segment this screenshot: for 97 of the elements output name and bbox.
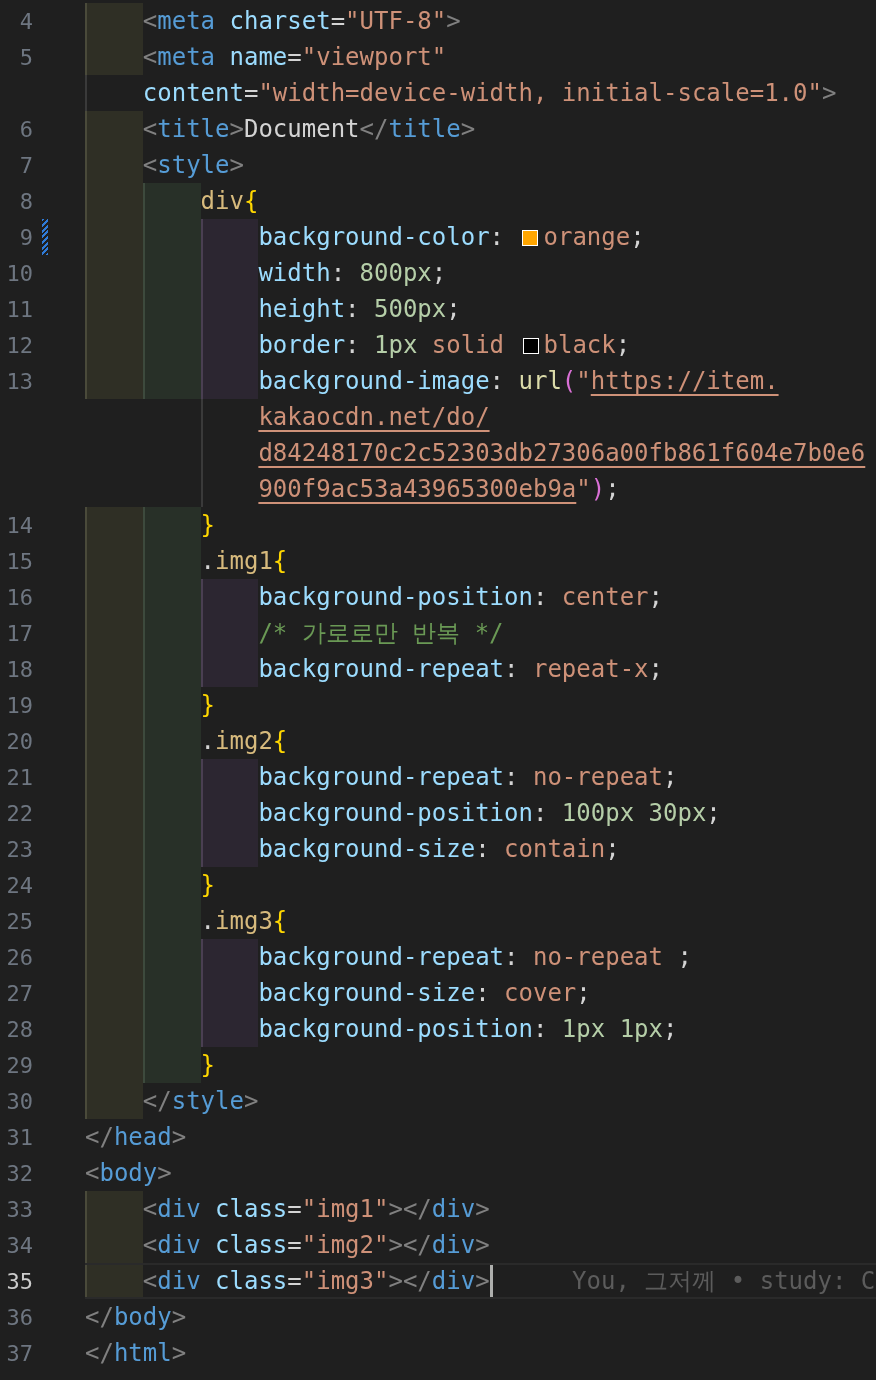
line-number: 10: [6, 260, 33, 286]
line-number: 8: [19, 188, 33, 214]
code-line: width: 800px;: [258, 259, 447, 287]
code-line: <body>: [85, 1159, 172, 1187]
code-line: <div class="img1"></div>: [142, 1195, 490, 1223]
line-number: 26: [6, 944, 33, 970]
indent-guide: [85, 111, 143, 147]
line-number: 34: [6, 1232, 33, 1258]
line-number: 13: [6, 368, 33, 394]
line-number: 16: [6, 584, 33, 610]
code-line: <style>: [142, 151, 244, 179]
code-line: div{: [200, 187, 259, 215]
code-line: background-position: 100px 30px;: [258, 799, 721, 827]
line-number: 23: [6, 836, 33, 862]
line-number: 4: [19, 8, 33, 34]
indent-guide: [85, 1191, 143, 1227]
line-number: 36: [6, 1304, 33, 1330]
blame-annotation: You, 그저께 • study: C: [572, 1266, 876, 1297]
code-line: background-color: orange;: [258, 223, 645, 251]
color-swatch[interactable]: [522, 230, 539, 246]
code-line: }: [200, 511, 216, 539]
code-line: /* 가로로만 반복 */: [258, 618, 504, 649]
code-line: <div class="img2"></div>: [142, 1231, 490, 1259]
indent-guide: [200, 651, 259, 687]
line-number: 17: [6, 620, 33, 646]
code-line: background-repeat: no-repeat ;: [258, 943, 692, 971]
indent-guide: [200, 759, 259, 795]
code-line: background-size: contain;: [258, 835, 620, 863]
code-line: </style>: [142, 1087, 259, 1115]
line-number: 22: [6, 800, 33, 826]
code-line: background-repeat: no-repeat;: [258, 763, 678, 791]
line-number: 29: [6, 1052, 33, 1078]
code-line: <meta charset="UTF-8">: [142, 7, 461, 35]
indent-guide: [200, 1011, 259, 1047]
line-number: 12: [6, 332, 33, 358]
line-number: 6: [19, 116, 33, 142]
indent-guide: [200, 579, 259, 615]
code-line: content="width=device-width, initial-scale=1.0">: [142, 79, 837, 107]
line-number: 37: [6, 1340, 33, 1366]
code-line: </body>: [85, 1303, 187, 1331]
indent-guide: [142, 507, 201, 543]
indent-guide: [85, 363, 143, 399]
line-number: 32: [6, 1160, 33, 1186]
code-line: background-position: 1px 1px;: [258, 1015, 678, 1043]
indent-guide: [85, 507, 143, 543]
line-number: 35: [6, 1268, 33, 1294]
color-swatch[interactable]: [522, 338, 539, 354]
code-line: background-size: cover;: [258, 979, 591, 1007]
indent-guide: [200, 219, 259, 255]
code-line: background-position: center;: [258, 583, 663, 611]
code-line: background-image: url("https://item.: [258, 367, 779, 395]
indent-guide: [142, 1047, 201, 1083]
line-number: 24: [6, 872, 33, 898]
line-number: 19: [6, 692, 33, 718]
line-number: 20: [6, 728, 33, 754]
line-number: 7: [19, 152, 33, 178]
code-line: border: 1px solid black;: [258, 331, 631, 359]
text-cursor: [489, 1265, 493, 1297]
url-link[interactable]: 900f9ac53a43965300eb9a: [258, 475, 577, 503]
code-line: 900f9ac53a43965300eb9a");: [258, 475, 620, 503]
code-line: height: 500px;: [258, 295, 461, 323]
line-number: 21: [6, 764, 33, 790]
code-line: </html>: [85, 1339, 187, 1367]
line-number: 33: [6, 1196, 33, 1222]
code-line: .img1{: [200, 547, 288, 575]
code-line: }: [200, 691, 216, 719]
code-line: </head>: [85, 1123, 187, 1151]
line-number: 18: [6, 656, 33, 682]
line-number: 5: [19, 44, 33, 70]
indent-guide: [142, 183, 201, 219]
indent-guide: [200, 363, 259, 399]
indent-guide: [85, 3, 143, 39]
code-line: background-repeat: repeat-x;: [258, 655, 663, 683]
code-line: <title>Document</title>: [142, 115, 476, 143]
indent-guide: [85, 39, 143, 75]
line-number: 28: [6, 1016, 33, 1042]
line-number: 9: [19, 224, 33, 250]
code-line: <div class="img3"></div>: [142, 1267, 490, 1295]
line-number: 27: [6, 980, 33, 1006]
indent-guide: [85, 1083, 143, 1119]
line-number: 15: [6, 548, 33, 574]
code-line: }: [200, 1051, 216, 1079]
line-number: 30: [6, 1088, 33, 1114]
line-number: 25: [6, 908, 33, 934]
indent-guide: [200, 939, 259, 975]
indent-guide: [200, 831, 259, 867]
url-link[interactable]: https://item.: [590, 367, 779, 395]
indent-guide: [142, 363, 201, 399]
line-number: 11: [6, 296, 33, 322]
url-link[interactable]: d84248170c2c52303db27306a00fb861f604e7b0e6: [258, 439, 866, 467]
code-line: .img2{: [200, 727, 288, 755]
code-line: }: [200, 871, 216, 899]
line-number: 31: [6, 1124, 33, 1150]
line-number: 14: [6, 512, 33, 538]
code-line: .img3{: [200, 907, 288, 935]
code-line: <meta name="viewport": [142, 43, 447, 71]
url-link[interactable]: kakaocdn.net/do/: [258, 403, 490, 431]
